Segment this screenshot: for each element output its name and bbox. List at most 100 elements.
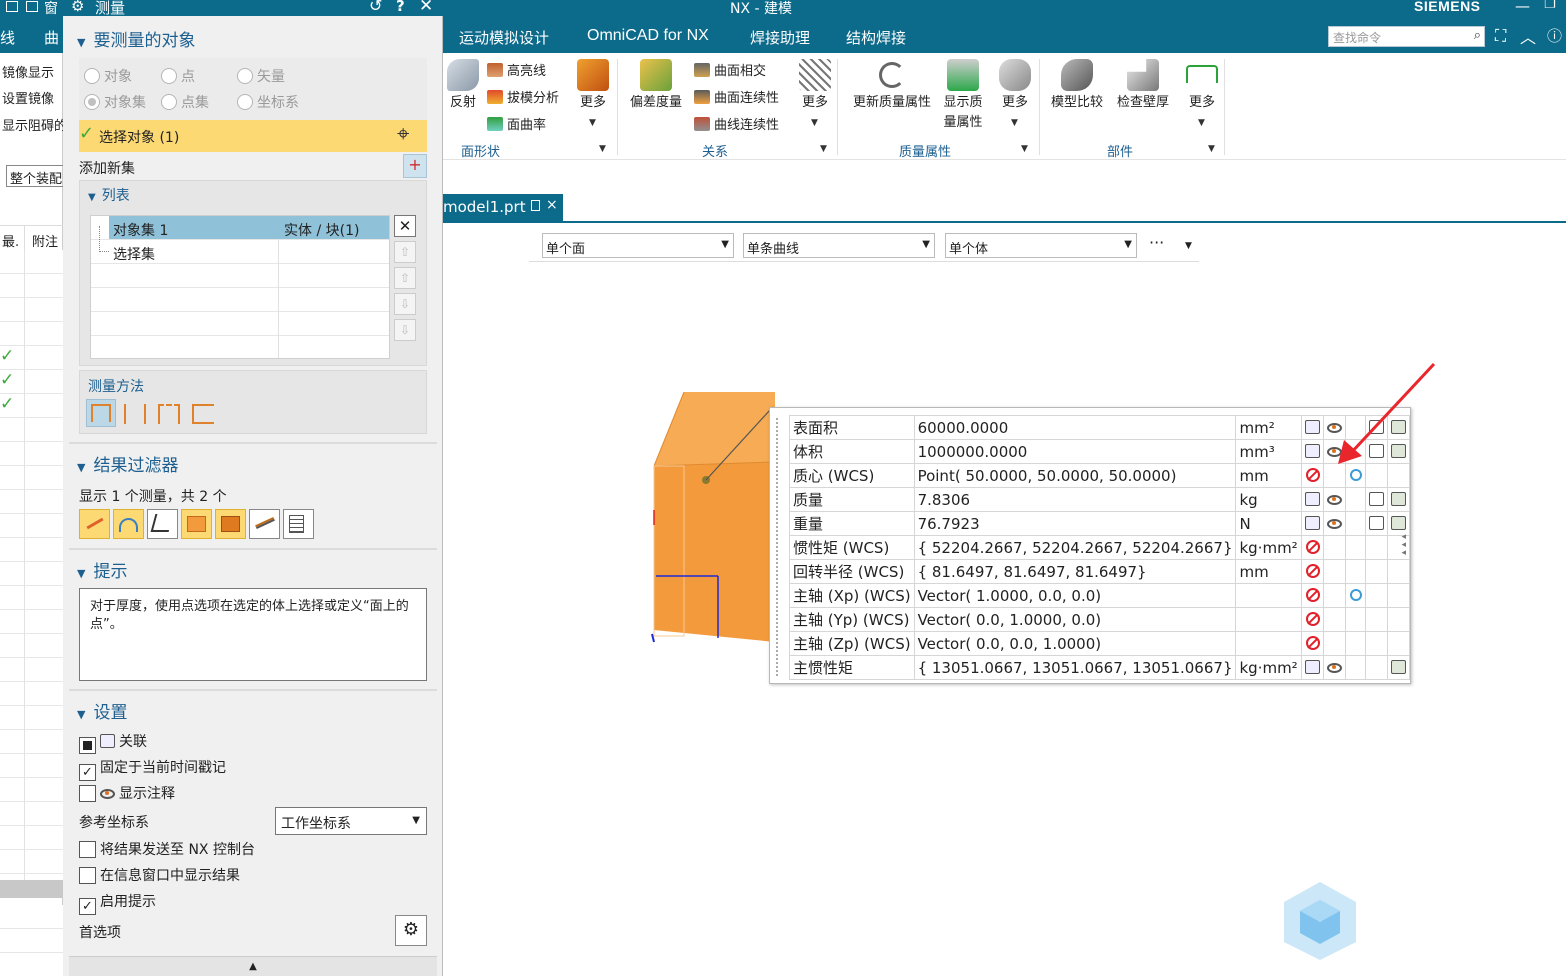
result-action-cell[interactable] [1345, 583, 1366, 608]
collapse-ribbon-icon[interactable]: ︿ [1520, 24, 1536, 48]
radio-csys[interactable]: 坐标系 [237, 92, 299, 112]
block-top-face[interactable] [654, 392, 775, 466]
show-obstruct-item[interactable]: 显示阻碍的 [2, 115, 67, 134]
deviation-gauge-button[interactable]: 偏差度量 [625, 59, 687, 113]
dropdown-caret-icon[interactable]: ▼ [1198, 118, 1205, 128]
checkbox-unchecked[interactable] [79, 785, 96, 802]
result-row[interactable]: 主轴 (Xp) (WCS) Vector( 1.0000, 0.0, 0.0) [789, 583, 1411, 608]
mirror-display-item[interactable]: 镜像显示 [2, 62, 54, 81]
tab-welding-assistant[interactable]: 焊接助理 [750, 27, 810, 48]
enable-hints-checkbox-row[interactable]: ✓ 启用提示 [79, 891, 156, 915]
search-icon[interactable]: ⌕ [1474, 28, 1481, 43]
result-row[interactable]: 重量 76.7923 N [789, 511, 1411, 536]
result-row[interactable]: 表面积 60000.0000 mm² [789, 415, 1411, 440]
result-row[interactable]: 质心 (WCS) Point( 50.0000, 50.0000, 50.0000… [789, 463, 1411, 488]
model-compare-button[interactable]: 模型比较 [1048, 59, 1106, 113]
help-icon[interactable]: ⓘ [1547, 25, 1562, 46]
more-options-icon[interactable]: ··· [1149, 233, 1164, 252]
face-rule-dropdown[interactable]: 单个面 ▼ [542, 233, 734, 258]
close-tab-icon[interactable]: × [546, 197, 558, 213]
close-icon[interactable]: ✕ [419, 0, 433, 16]
section-settings-header[interactable]: ▼ 设置 [77, 698, 127, 723]
result-action-cell[interactable] [1301, 415, 1325, 440]
radio-point[interactable]: 点 [161, 66, 195, 86]
group-caret-icon[interactable]: ▼ [820, 144, 827, 154]
dropdown-caret-icon[interactable]: ▼ [811, 118, 818, 128]
preferences-gear-icon[interactable]: ⚙ [395, 915, 427, 946]
fix-timestamp-checkbox-row[interactable]: ✓ 固定于当前时间戳记 [79, 757, 226, 781]
move-top-icon[interactable]: ⇧ [394, 241, 416, 263]
result-row[interactable]: 回转半径 (WCS){ 81.6497, 81.6497, 81.6497} mm [789, 559, 1411, 584]
show-annotation-checkbox-row[interactable]: 显示注释 [79, 783, 175, 803]
ref-csys-dropdown[interactable]: 工作坐标系 ▼ [275, 807, 427, 835]
show-info-checkbox-row[interactable]: 在信息窗口中显示结果 [79, 865, 240, 885]
result-row[interactable]: 主轴 (Zp) (WCS) Vector( 0.0, 0.0, 1.0000) [789, 631, 1411, 656]
section-result-filter-header[interactable]: ▼ 结果过滤器 [77, 451, 178, 476]
result-action-cell[interactable] [1301, 607, 1325, 632]
group-caret-icon[interactable]: ▼ [1208, 144, 1215, 154]
surface-intersect-button[interactable]: 曲面相交 [694, 60, 766, 79]
move-up-icon[interactable]: ⇧ [394, 267, 416, 289]
section-objects-header[interactable]: ▼ 要测量的对象 [77, 26, 195, 51]
window-icon[interactable] [26, 1, 38, 12]
dropdown-caret-icon[interactable]: ▼ [1011, 118, 1018, 128]
result-action-cell[interactable] [1323, 511, 1347, 536]
assembly-dropdown[interactable]: 整个装配 [6, 165, 64, 187]
radio-object-set[interactable]: 对象集 [84, 92, 146, 112]
result-row[interactable]: 主惯性矩{ 13051.0667, 13051.0667, 13051.0667… [789, 655, 1411, 680]
result-action-cell[interactable] [1323, 487, 1347, 512]
show-mass-props-button[interactable]: 显示质 量属性 [940, 59, 986, 133]
result-row[interactable]: 惯性矩 (WCS){ 52204.2667, 52204.2667, 52204… [789, 535, 1411, 560]
curve-continuity-button[interactable]: 曲线连续性 [694, 114, 779, 133]
tab-omnicad[interactable]: OmniCAD for NX [587, 27, 709, 45]
result-row[interactable]: 体积 1000000.0000 mm³ [789, 439, 1411, 464]
add-set-icon[interactable]: + [403, 154, 427, 178]
result-action-cell[interactable] [1301, 583, 1325, 608]
crosshair-icon[interactable]: ⌖ [397, 122, 409, 147]
result-action-cell[interactable] [1301, 631, 1325, 656]
horizontal-scrollbar[interactable] [0, 880, 63, 898]
result-action-cell[interactable] [1386, 511, 1411, 536]
column-header[interactable]: 附注 [32, 231, 58, 250]
list-row-selected[interactable]: 对象集 1 实体 / 块(1) [109, 216, 389, 239]
method-span-icon[interactable] [124, 404, 146, 424]
result-action-cell[interactable] [1364, 511, 1388, 536]
tab-structure-welding[interactable]: 结构焊接 [846, 27, 906, 48]
tab-surface-partial[interactable]: 曲 [44, 27, 59, 48]
result-action-cell[interactable] [1301, 655, 1325, 680]
radio-point-set[interactable]: 点集 [161, 92, 209, 112]
result-action-cell[interactable] [1301, 439, 1325, 464]
move-bottom-icon[interactable]: ⇩ [394, 319, 416, 341]
result-action-cell[interactable] [1301, 487, 1325, 512]
column-header[interactable]: 最. [2, 231, 19, 250]
fullscreen-icon[interactable]: ⛶ [1495, 26, 1506, 46]
checkbox-checked[interactable]: ✓ [79, 898, 96, 915]
minimize-icon[interactable]: — [1515, 0, 1530, 15]
command-search-input[interactable]: 查找命令 ⌕ [1328, 26, 1485, 47]
reflection-button[interactable]: 反射 [445, 59, 481, 113]
draft-analysis-button[interactable]: 拔模分析 [487, 87, 559, 106]
method-thickness-icon[interactable] [192, 404, 214, 424]
result-action-cell[interactable] [1386, 655, 1411, 680]
more-part-button[interactable]: 更多 [1183, 59, 1221, 113]
check-thickness-button[interactable]: 检查壁厚 [1111, 59, 1175, 113]
body-rule-dropdown[interactable]: 单个体 ▼ [945, 233, 1137, 258]
more-face-shape-button[interactable]: 更多 [574, 59, 612, 113]
result-action-cell[interactable] [1301, 559, 1325, 584]
surface-continuity-button[interactable]: 曲面连续性 [694, 87, 779, 106]
delete-icon[interactable]: ✕ [394, 215, 416, 237]
curve-rule-dropdown[interactable]: 单条曲线 ▼ [743, 233, 935, 258]
radio-object[interactable]: 对象 [84, 66, 132, 86]
help-icon[interactable]: ? [396, 0, 405, 15]
tab-curve-partial[interactable]: 线 [0, 27, 15, 48]
chevron-down-icon[interactable]: ▼ [1185, 241, 1192, 251]
radio-vector[interactable]: 矢量 [237, 66, 285, 86]
section-hint-header[interactable]: ▼ 提示 [77, 557, 127, 582]
send-console-checkbox-row[interactable]: 将结果发送至 NX 控制台 [79, 839, 255, 859]
face-curvature-button[interactable]: 面曲率 [487, 114, 546, 133]
checkbox-indeterminate[interactable] [79, 737, 96, 754]
reset-icon[interactable]: ↺ [369, 0, 382, 15]
drag-handle[interactable] [776, 418, 778, 676]
associative-checkbox-row[interactable]: 关联 [79, 731, 147, 754]
checkbox-unchecked[interactable] [79, 841, 96, 858]
